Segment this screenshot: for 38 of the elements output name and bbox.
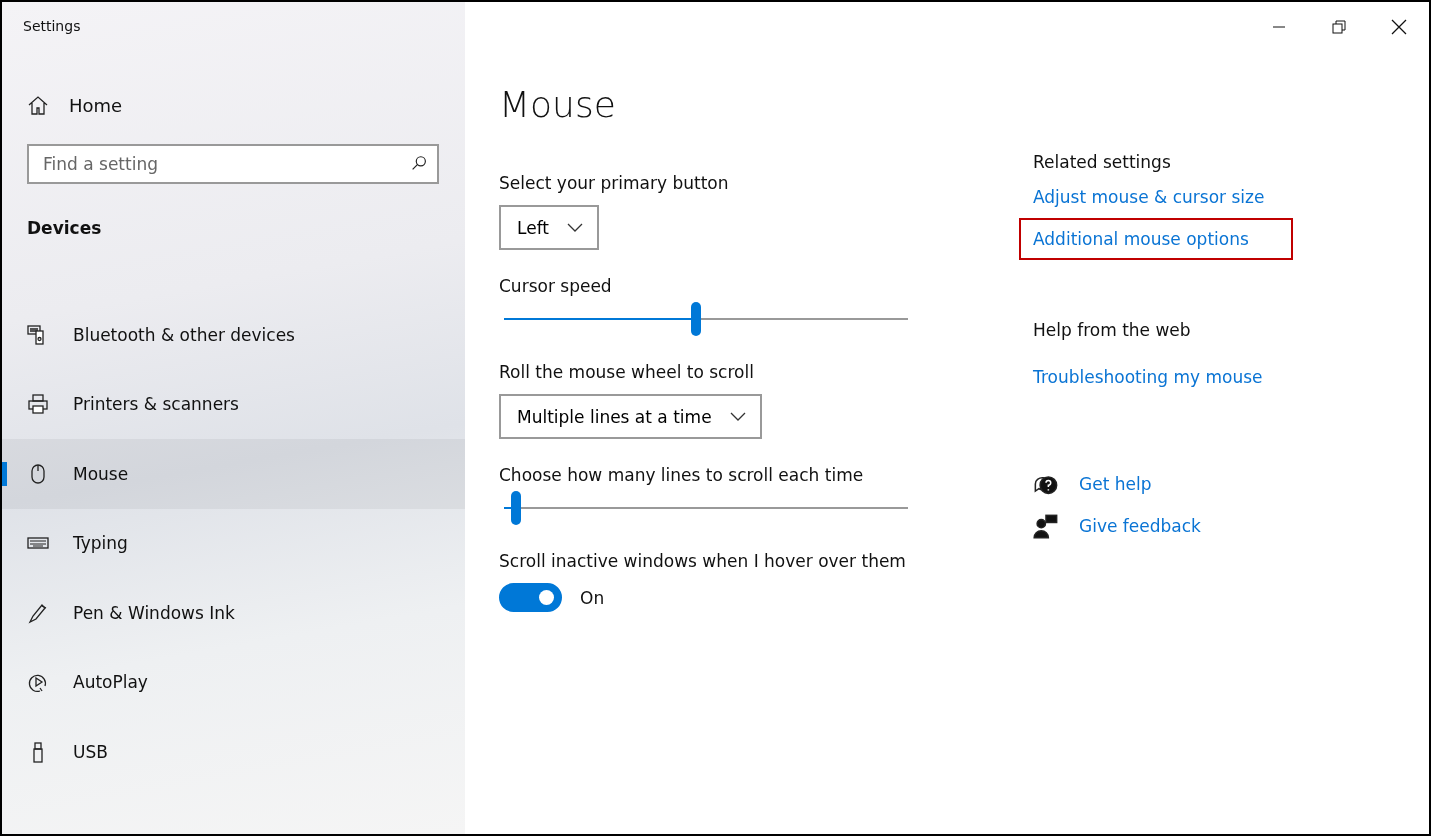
help-link[interactable]: Give feedback xyxy=(1065,508,1215,544)
sidebar-item[interactable]: Bluetooth & other devices xyxy=(2,300,465,370)
slider-thumb[interactable] xyxy=(511,491,522,525)
section-heading: Devices xyxy=(27,218,103,238)
dropdown[interactable]: Left xyxy=(499,205,599,250)
home-link[interactable]: Home xyxy=(27,94,123,116)
home-icon xyxy=(27,94,49,116)
setting-label: Choose how many lines to scroll each time xyxy=(499,465,865,485)
settings-link[interactable]: Adjust mouse & cursor size xyxy=(1019,176,1279,218)
page-title: Mouse xyxy=(499,84,617,125)
slider-thumb[interactable] xyxy=(690,302,701,336)
settings-link[interactable]: Additional mouse options xyxy=(1019,218,1293,260)
person-feedback-icon xyxy=(1033,513,1059,539)
section-heading: Related settings xyxy=(1033,152,1172,172)
restore-icon xyxy=(1332,20,1346,34)
setting-label: Select your primary button xyxy=(499,173,730,193)
sidebar-item[interactable]: AutoPlay xyxy=(2,647,465,717)
chevron-down-icon xyxy=(729,412,746,421)
section-heading: Help from the web xyxy=(1033,320,1192,340)
minimize-icon xyxy=(1273,26,1285,28)
sidebar-item[interactable]: USB xyxy=(2,717,465,787)
sidebar-item[interactable]: Pen & Windows Ink xyxy=(2,578,465,648)
setting-label: Cursor speed xyxy=(499,276,613,296)
setting-label: Scroll inactive windows when I hover over them xyxy=(499,551,907,571)
help-link[interactable]: Troubleshooting my mouse xyxy=(1019,356,1277,398)
window-title: Settings xyxy=(23,18,82,34)
sidebar-item[interactable]: Typing xyxy=(2,508,465,578)
sidebar-item[interactable]: Printers & scanners xyxy=(2,369,465,439)
chevron-down-icon xyxy=(567,223,583,232)
printer-icon xyxy=(27,393,49,416)
toggle-switch[interactable] xyxy=(499,583,562,612)
dropdown[interactable]: Multiple lines at a time xyxy=(499,394,762,439)
sidebar-item[interactable]: Mouse xyxy=(2,439,465,509)
close-icon xyxy=(1391,19,1407,35)
help-link[interactable]: Get help xyxy=(1065,466,1166,502)
setting-label: Roll the mouse wheel to scroll xyxy=(499,362,755,382)
toggle-state: On xyxy=(580,587,605,608)
search-field[interactable]: Find a setting xyxy=(27,144,439,184)
